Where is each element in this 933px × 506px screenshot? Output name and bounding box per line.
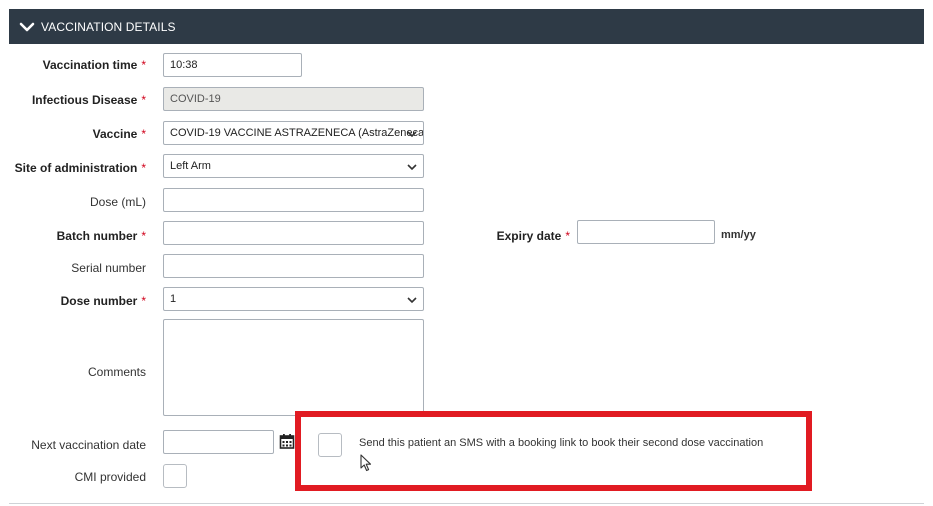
batch-number-label: Batch number * (56, 229, 146, 243)
vaccination-time-input[interactable] (163, 53, 302, 77)
calendar-icon[interactable] (279, 433, 295, 449)
section-bottom-divider (9, 503, 924, 504)
dose-number-label: Dose number * (60, 294, 146, 308)
sms-booking-label: Send this patient an SMS with a booking … (359, 437, 764, 449)
cmi-provided-label: CMI provided (74, 470, 146, 484)
comments-label: Comments (87, 365, 146, 379)
dose-number-value: 1 (170, 293, 177, 305)
comments-textarea[interactable] (163, 319, 424, 416)
site-of-administration-label: Site of administration * (14, 161, 146, 175)
next-vaccination-date-label: Next vaccination date (31, 438, 146, 452)
expiry-date-label: Expiry date * (496, 229, 570, 243)
section-title: VACCINATION DETAILS (41, 19, 176, 34)
sms-booking-checkbox[interactable] (318, 433, 342, 457)
dose-number-select[interactable]: 1 (163, 287, 424, 311)
vaccination-time-label: Vaccination time * (42, 58, 146, 72)
vaccine-select[interactable]: COVID-19 VACCINE ASTRAZENECA (AstraZenec… (163, 121, 424, 145)
sms-highlight-box (295, 411, 812, 491)
vaccine-label: Vaccine * (92, 127, 146, 141)
cmi-provided-checkbox[interactable] (163, 464, 187, 488)
batch-number-input[interactable] (163, 221, 424, 245)
section-header-vaccination-details[interactable]: VACCINATION DETAILS (9, 9, 924, 44)
chevron-down-icon (19, 22, 35, 31)
dose-ml-input[interactable] (163, 188, 424, 212)
vaccine-select-value: COVID-19 VACCINE ASTRAZENECA (AstraZenec… (170, 127, 424, 139)
dose-ml-label: Dose (mL) (89, 195, 146, 209)
infectious-disease-input (163, 87, 424, 111)
site-of-administration-select[interactable]: Left Arm (163, 154, 424, 178)
expiry-date-unit: mm/yy (721, 229, 756, 241)
expiry-date-input[interactable] (577, 220, 715, 244)
chevron-down-icon (407, 164, 417, 171)
serial-number-input[interactable] (163, 254, 424, 278)
chevron-down-icon (407, 131, 417, 138)
serial-number-label: Serial number (71, 261, 146, 275)
chevron-down-icon (407, 297, 417, 304)
infectious-disease-label: Infectious Disease * (31, 93, 146, 107)
site-select-value: Left Arm (170, 160, 211, 172)
next-vaccination-date-input[interactable] (163, 430, 274, 454)
mouse-pointer-icon (360, 454, 372, 472)
